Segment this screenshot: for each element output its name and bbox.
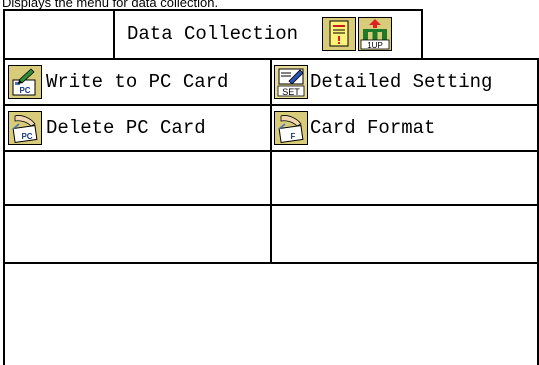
menu-card-format[interactable]: F Card Format [272, 106, 539, 152]
delete-pc-card-label: Delete PC Card [46, 117, 206, 139]
detailed-setting-label: Detailed Setting [310, 71, 493, 93]
write-pc-card-label: Write to PC Card [46, 71, 229, 93]
menu-delete-pc-card[interactable]: PC Delete PC Card [3, 106, 272, 152]
menu-detailed-setting[interactable]: SET Detailed Setting [272, 60, 539, 106]
format-icon-text: F [291, 132, 296, 141]
empty-footer-cell [3, 264, 539, 365]
settings-icon: SET [274, 65, 308, 99]
header-title-cell: Data Collection 1UP [113, 9, 423, 60]
card-format-label: Card Format [310, 117, 436, 139]
card-format-icon: F [274, 111, 308, 145]
alarm-memo-icon[interactable] [322, 17, 356, 51]
empty-cell [3, 206, 272, 264]
write-pc-card-icon: PC [8, 65, 42, 99]
empty-cell [3, 152, 272, 206]
empty-cell [272, 206, 539, 264]
write-icon-text: PC [19, 86, 30, 95]
header-right-blank [423, 9, 539, 60]
delete-pc-card-icon: PC [8, 111, 42, 145]
settings-icon-text: SET [282, 87, 300, 97]
up-icon-text: 1UP [367, 41, 383, 50]
page-title: Data Collection [127, 23, 299, 45]
header-blank-cell [3, 9, 113, 60]
empty-cell [272, 152, 539, 206]
delete-icon-text: PC [21, 132, 32, 141]
hierarchy-up-icon[interactable]: 1UP [358, 17, 392, 51]
menu-panel: Data Collection 1UP PC Write to PC Card … [3, 9, 539, 365]
menu-write-pc-card[interactable]: PC Write to PC Card [3, 60, 272, 106]
